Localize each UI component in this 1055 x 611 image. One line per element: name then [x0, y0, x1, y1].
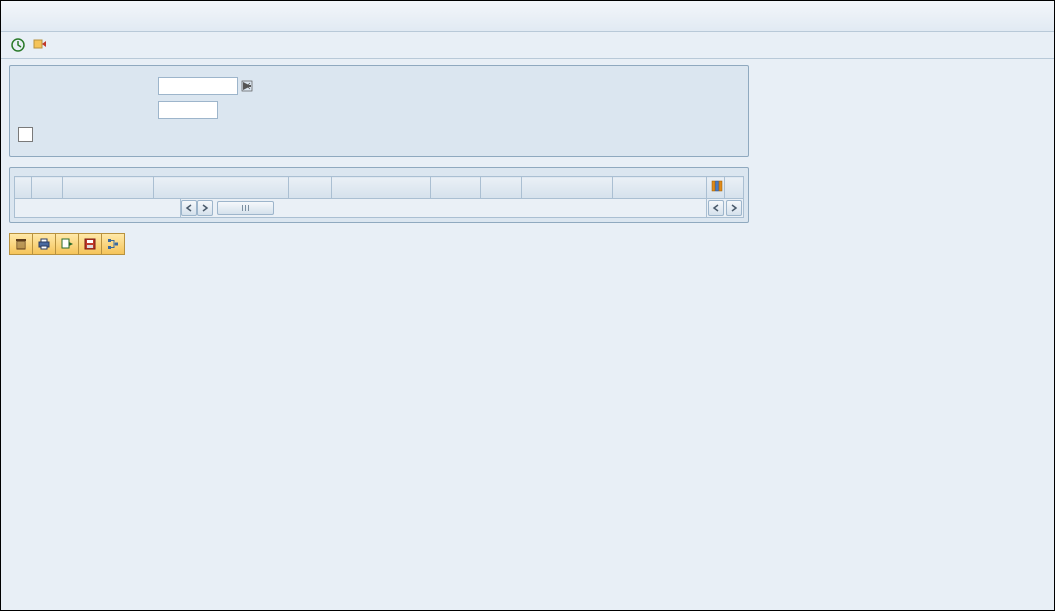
print-button[interactable] — [32, 233, 55, 255]
col-disbursement[interactable] — [332, 177, 431, 199]
configure-columns-button[interactable] — [706, 177, 725, 199]
vscroll-header — [725, 177, 744, 199]
col-empno[interactable] — [62, 177, 153, 199]
chevron-left-icon — [712, 204, 720, 212]
bottom-toolbar — [9, 233, 1046, 255]
col-rowselector[interactable] — [15, 177, 32, 199]
col-claimval[interactable] — [613, 177, 706, 199]
clock-execute-icon — [10, 37, 26, 53]
hierarchy-icon — [106, 237, 120, 251]
disbursement-date-input[interactable] — [158, 77, 238, 95]
employee-table — [14, 176, 744, 199]
variant-button[interactable] — [31, 36, 49, 54]
col-seq[interactable] — [31, 177, 62, 199]
printer-icon — [37, 237, 51, 251]
reimbursement-details-group — [9, 65, 749, 157]
hscroll-left-button[interactable] — [181, 200, 197, 216]
table-settings-icon — [711, 180, 723, 192]
hscroll-thumb[interactable] — [217, 201, 274, 215]
col-nochk[interactable] — [430, 177, 480, 199]
table-header-row — [15, 177, 744, 199]
hscroll-right-button[interactable] — [197, 200, 213, 216]
title-bar — [1, 1, 1054, 32]
required-icon — [240, 79, 254, 93]
app-window — [0, 0, 1055, 611]
export-icon — [60, 237, 74, 251]
hscroll-left-end-button[interactable] — [708, 200, 724, 216]
offcycle-reason-input[interactable] — [158, 101, 218, 119]
details-button[interactable] — [101, 233, 125, 255]
col-empname[interactable] — [153, 177, 288, 199]
group-title-table — [10, 168, 748, 176]
application-toolbar — [1, 32, 1054, 59]
horizontal-scrollbar — [14, 199, 744, 218]
save-button[interactable] — [78, 233, 101, 255]
diskette-icon — [83, 237, 97, 251]
employee-data-group — [9, 167, 749, 223]
chevron-left-icon — [185, 204, 193, 212]
testrun-checkbox[interactable] — [18, 127, 33, 142]
delete-row-button[interactable] — [9, 233, 32, 255]
hscroll-right-end-button[interactable] — [726, 200, 742, 216]
execute-button[interactable] — [9, 36, 27, 54]
col-info[interactable] — [480, 177, 521, 199]
trash-icon — [14, 237, 28, 251]
variant-icon — [32, 37, 48, 53]
chevron-right-icon — [201, 204, 209, 212]
body-area — [1, 59, 1054, 611]
col-type[interactable] — [288, 177, 332, 199]
col-claimdate[interactable] — [522, 177, 613, 199]
chevron-right-icon — [730, 204, 738, 212]
export-button[interactable] — [55, 233, 78, 255]
